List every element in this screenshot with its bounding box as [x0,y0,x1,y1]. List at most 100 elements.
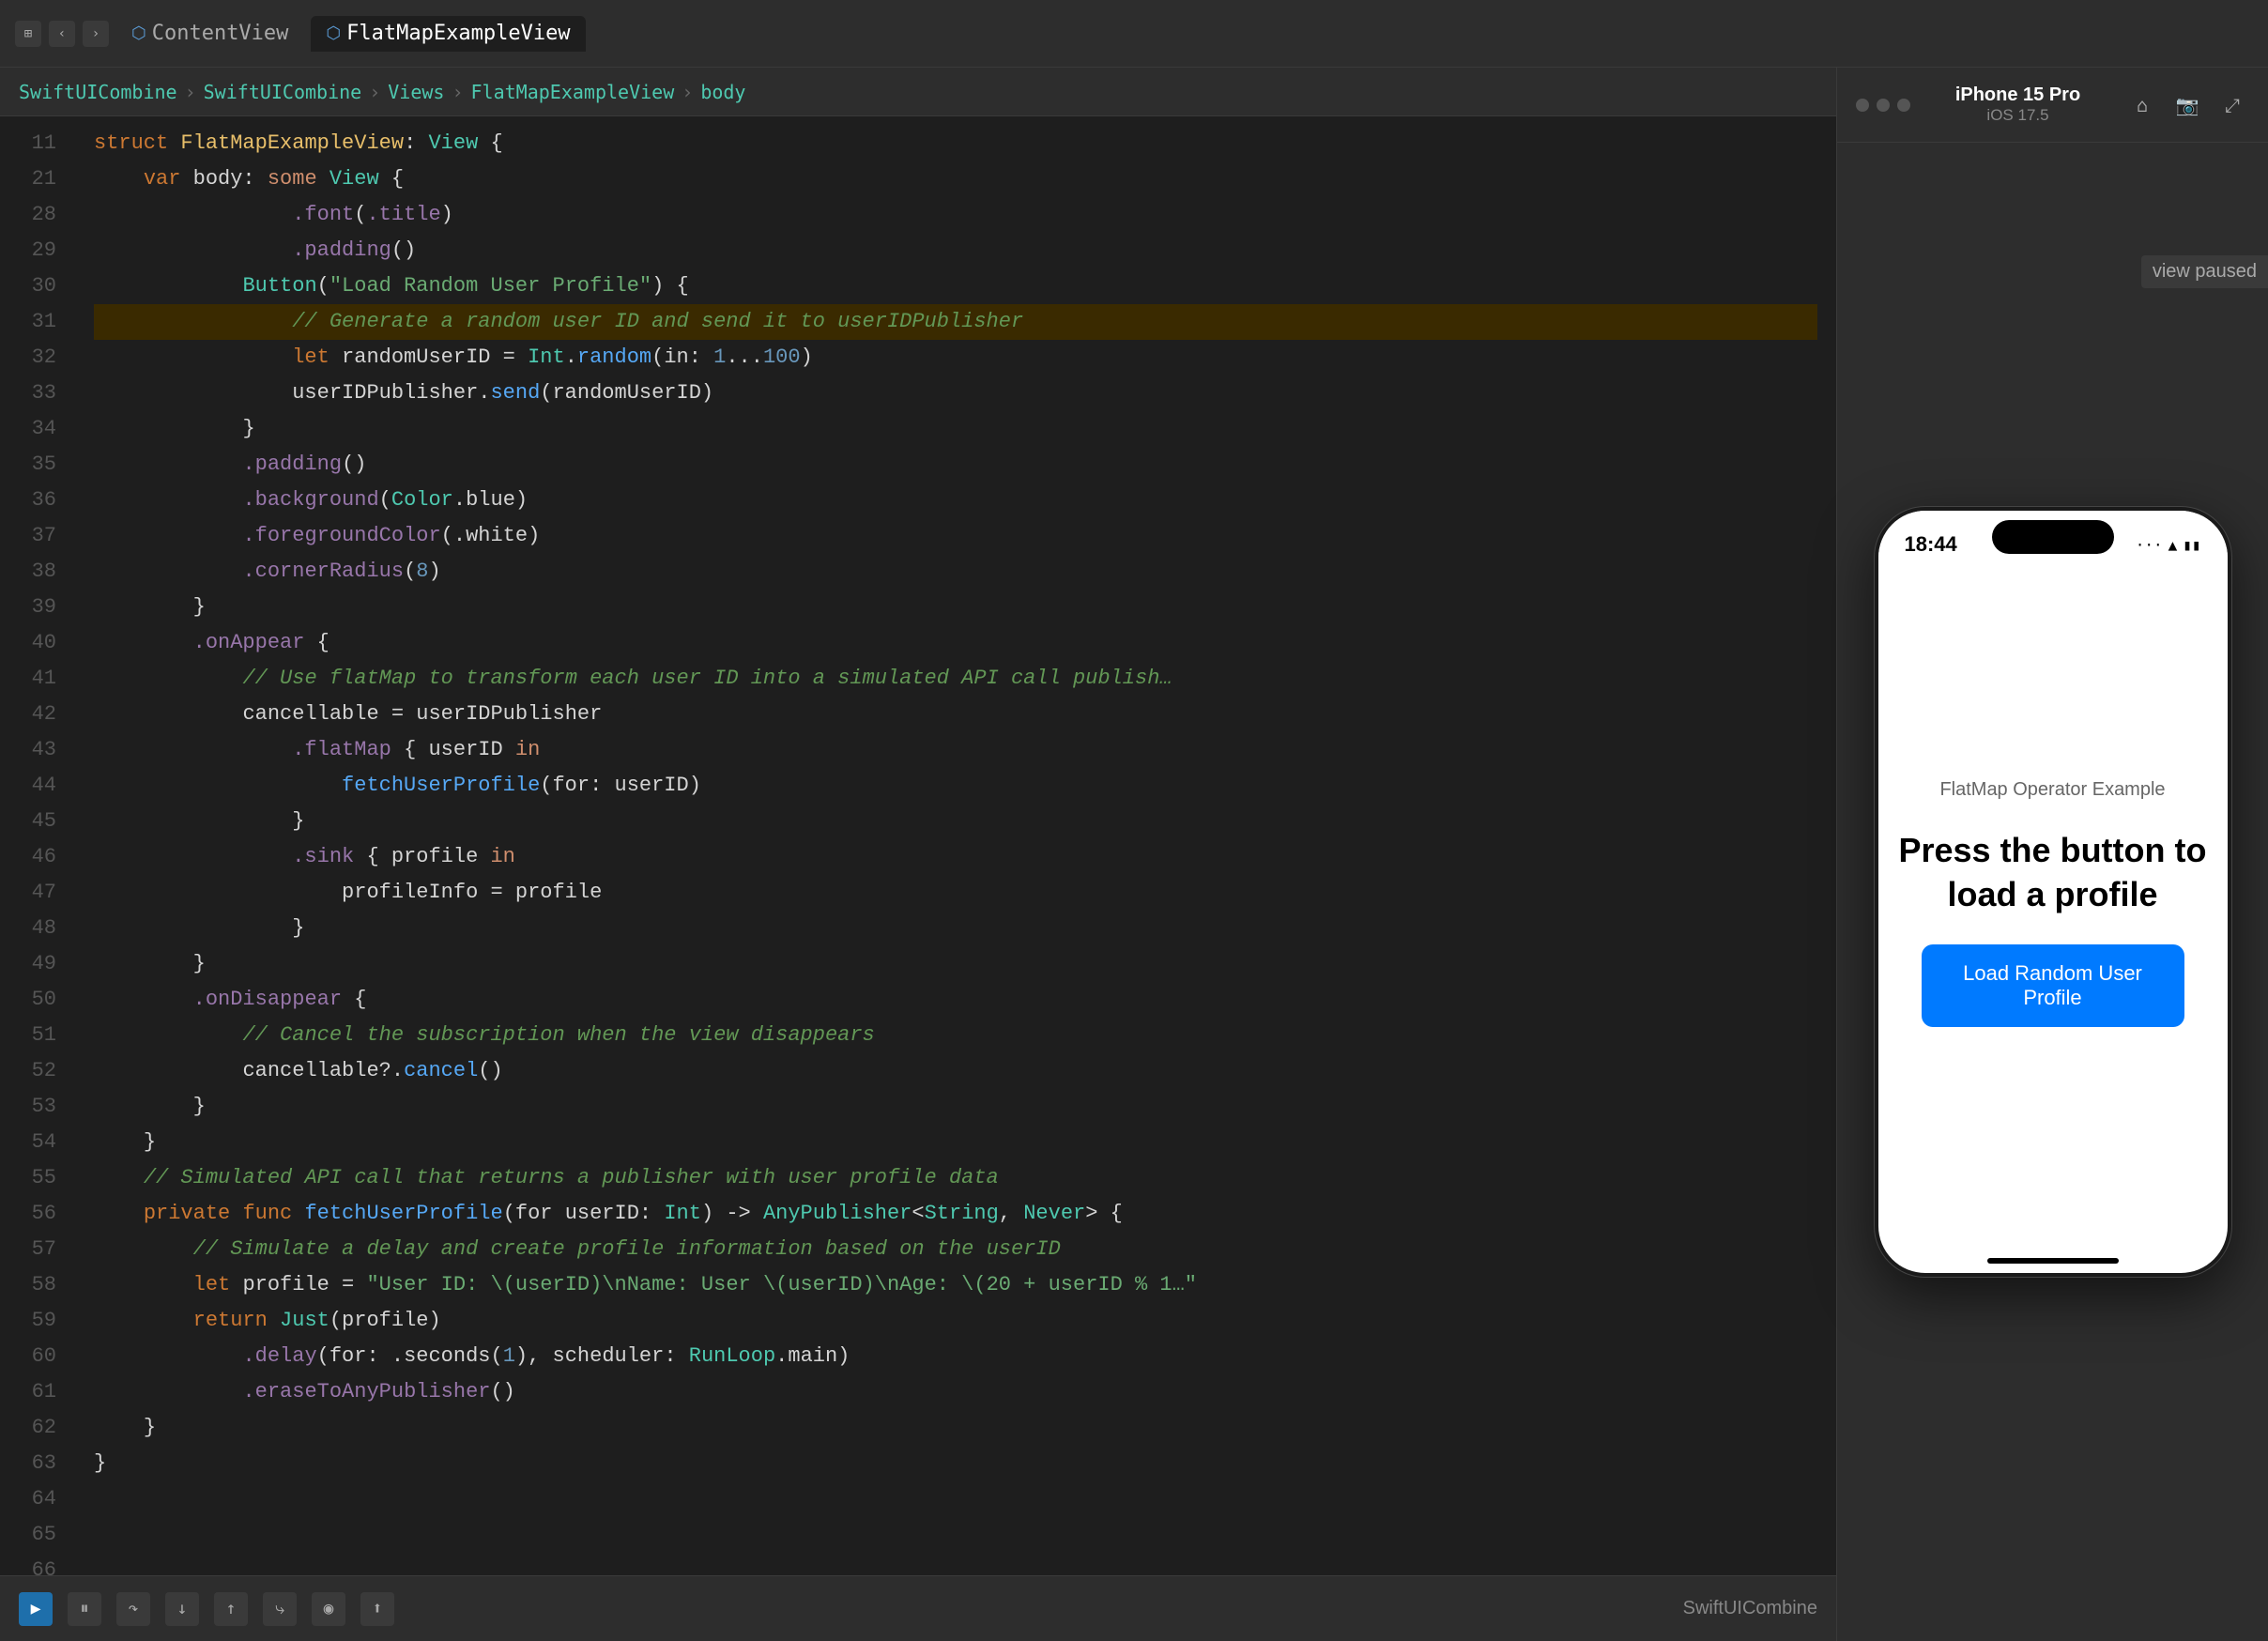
pause-button[interactable]: ⏸ [68,1592,101,1626]
breadcrumb-item-3[interactable]: Views [388,81,444,103]
traffic-lights [1856,99,1910,112]
code-content: struct FlatMapExampleView: View { var bo… [75,116,1836,1575]
run-button[interactable]: ▶ [19,1592,53,1626]
code-line-21: var body: some View { [94,161,1817,197]
share-button[interactable]: ⬆ [360,1592,394,1626]
breadcrumb-item-4[interactable]: FlatMapExampleView [471,81,675,103]
code-editor: SwiftUICombine › SwiftUICombine › Views … [0,68,1836,1641]
forward-button[interactable]: › [83,21,109,47]
app-name-label: SwiftUICombine [1683,1598,1817,1619]
code-line-63: .eraseToAnyPublisher() [94,1374,1817,1410]
main-area: SwiftUICombine › SwiftUICombine › Views … [0,68,2268,1641]
code-line-64: } [94,1410,1817,1446]
breadcrumb-item-2[interactable]: SwiftUICombine [204,81,362,103]
code-line-50: } [94,946,1817,982]
code-line-60: let profile = "User ID: \(userID)\nName:… [94,1267,1817,1303]
code-line-33: let randomUserID = Int.random(in: 1...10… [94,340,1817,376]
top-bar: ⊞ ‹ › ⬡ ContentView ⬡ FlatMapExampleView [0,0,2268,68]
code-line-57: // Simulated API call that returns a pub… [94,1160,1817,1196]
swift-icon: ⬡ [131,23,146,43]
code-line-65: } [94,1446,1817,1481]
home-indicator [1878,1239,2228,1273]
bottom-toolbar: ▶ ⏸ ↷ ↓ ↑ ⤷ ◉ ⬆ SwiftUICombine [0,1575,1836,1641]
device-name: iPhone 15 Pro [1955,84,2080,106]
code-line-47: .sink { profile in [94,839,1817,875]
step-over-button[interactable]: ↷ [116,1592,150,1626]
grid-icon[interactable]: ⊞ [15,21,41,47]
wifi-icon: ▲ [2168,536,2178,554]
status-icons: ··· ▲ ▮▮ [2136,536,2201,554]
swift-icon-2: ⬡ [326,23,341,43]
code-line-40: } [94,590,1817,625]
iphone-mockup: 18:44 ··· ▲ ▮▮ FlatMap Operator Example … [1875,507,2231,1277]
home-icon[interactable]: ⌂ [2125,88,2159,122]
code-line-37: .background(Color.blue) [94,483,1817,518]
code-line-38: .foregroundColor(.white) [94,518,1817,554]
breadcrumb-sep-4: › [682,81,693,103]
code-line-35: } [94,411,1817,447]
step-out-button[interactable]: ↑ [214,1592,248,1626]
code-line-55: } [94,1125,1817,1160]
code-line-46: } [94,804,1817,839]
code-line-51: .onDisappear { [94,982,1817,1018]
code-line-48: profileInfo = profile [94,875,1817,911]
dots-icon: ··· [2136,536,2163,554]
rotate-icon[interactable]: ⤢ [2215,88,2249,122]
status-time: 18:44 [1905,532,1957,557]
code-line-11: struct FlatMapExampleView: View { [94,126,1817,161]
code-line-34: userIDPublisher.send(randomUserID) [94,376,1817,411]
breadcrumb-item-5[interactable]: body [700,81,745,103]
code-line-43: cancellable = userIDPublisher [94,697,1817,732]
code-line-45: fetchUserProfile(for: userID) [94,768,1817,804]
battery-icon: ▮▮ [2183,536,2200,554]
iphone-content: FlatMap Operator Example Press the butto… [1878,567,2228,1239]
code-area[interactable]: 11 21 28 29 30 31 32 33 34 35 36 37 38 3… [0,116,1836,1575]
device-os: iOS 17.5 [1986,106,2048,125]
code-line-53: cancellable?.cancel() [94,1053,1817,1089]
code-line-59: // Simulate a delay and create profile i… [94,1232,1817,1267]
dot-3 [1897,99,1910,112]
screenshot-icon[interactable]: 📷 [2170,88,2204,122]
profile-text: Press the button to load a profile [1897,829,2209,917]
dot-2 [1877,99,1890,112]
code-line-42: // Use flatMap to transform each user ID… [94,661,1817,697]
back-button[interactable]: ‹ [49,21,75,47]
code-line-32: // Generate a random user ID and send it… [94,304,1817,340]
tab-content-view[interactable]: ⬡ ContentView [116,16,303,52]
code-line-36: .padding() [94,447,1817,483]
line-numbers: 11 21 28 29 30 31 32 33 34 35 36 37 38 3… [0,116,75,1575]
breakpoints-button[interactable]: ◉ [312,1592,345,1626]
breadcrumb-item-1[interactable]: SwiftUICombine [19,81,177,103]
continue-button[interactable]: ⤷ [263,1592,297,1626]
device-name-area: iPhone 15 Pro iOS 17.5 [1955,84,2080,125]
preview-device-area: 18:44 ··· ▲ ▮▮ FlatMap Operator Example … [1875,143,2231,1641]
status-bar: 18:44 ··· ▲ ▮▮ [1878,511,2228,567]
code-line-49: } [94,911,1817,946]
preview-panel: iPhone 15 Pro iOS 17.5 ⌂ 📷 ⤢ view paused… [1836,68,2268,1641]
breadcrumb: SwiftUICombine › SwiftUICombine › Views … [0,68,1836,116]
app-title: FlatMap Operator Example [1939,779,2165,801]
code-line-54: } [94,1089,1817,1125]
code-line-28: .font(.title) [94,197,1817,233]
code-line-29: .padding() [94,233,1817,268]
code-line-58: private func fetchUserProfile(for userID… [94,1196,1817,1232]
step-into-button[interactable]: ↓ [165,1592,199,1626]
paused-badge: view paused [2141,255,2268,288]
preview-header: iPhone 15 Pro iOS 17.5 ⌂ 📷 ⤢ [1837,68,2268,143]
dynamic-island [1992,520,2114,554]
home-bar [1987,1258,2119,1264]
code-line-31: Button("Load Random User Profile") { [94,268,1817,304]
preview-controls: ⌂ 📷 ⤢ [2125,88,2249,122]
tab-flatmap-view[interactable]: ⬡ FlatMapExampleView [311,16,585,52]
code-line-61: return Just(profile) [94,1303,1817,1339]
code-line-52: // Cancel the subscription when the view… [94,1018,1817,1053]
code-line-41: .onAppear { [94,625,1817,661]
code-line-39: .cornerRadius(8) [94,554,1817,590]
dot-1 [1856,99,1869,112]
iphone-inner: 18:44 ··· ▲ ▮▮ FlatMap Operator Example … [1878,511,2228,1273]
code-line-62: .delay(for: .seconds(1), scheduler: RunL… [94,1339,1817,1374]
breadcrumb-sep-2: › [369,81,380,103]
code-line-44: .flatMap { userID in [94,732,1817,768]
load-profile-button[interactable]: Load Random User Profile [1922,944,2184,1027]
breadcrumb-sep-1: › [185,81,196,103]
